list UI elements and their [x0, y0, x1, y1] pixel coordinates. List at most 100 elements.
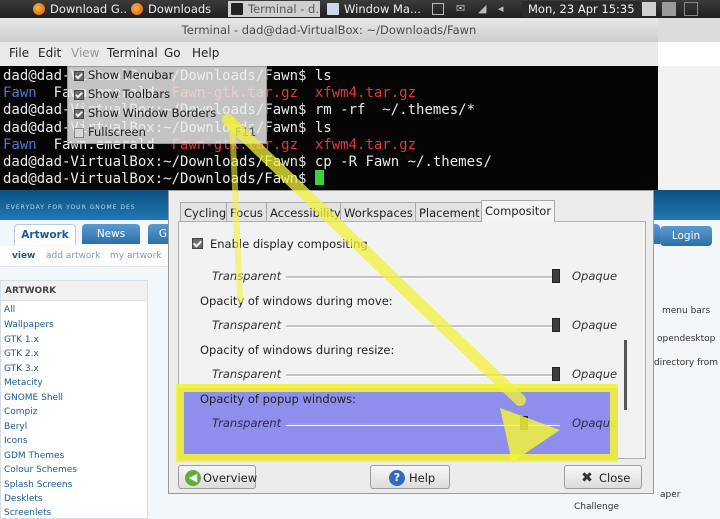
- slider-min-label: Transparent: [212, 318, 282, 332]
- sidebar-title: ARTWORK: [1, 281, 147, 301]
- trash-icon[interactable]: [684, 2, 698, 16]
- volume-icon[interactable]: ◂: [498, 3, 510, 15]
- menu-help[interactable]: Help: [192, 46, 219, 60]
- web-login-button[interactable]: Login: [660, 226, 712, 246]
- menu-go[interactable]: Go: [164, 46, 181, 60]
- help-button-label: Help: [409, 471, 436, 485]
- sidebar-link[interactable]: Screenlets: [4, 508, 51, 518]
- terminal-side-gap: [658, 66, 720, 190]
- firefox-icon: [33, 3, 45, 15]
- taskbar-item-label: Terminal - d...: [248, 2, 320, 16]
- popup-opacity-label: Opacity of popup windows:: [200, 392, 357, 406]
- right-snippet: aper: [660, 490, 681, 500]
- right-snippet: directory from: [654, 358, 719, 368]
- tab-compositor[interactable]: Compositor: [481, 200, 556, 222]
- sidebar-link[interactable]: GTK 2.x: [4, 349, 39, 359]
- slider-min-label: Transparent: [212, 269, 282, 283]
- right-snippet: menu bars: [662, 306, 711, 316]
- close-button[interactable]: ✖ Close: [564, 465, 642, 489]
- tab-accessibility[interactable]: Accessibility: [266, 202, 345, 222]
- taskbar-item-downloads[interactable]: Downloads: [128, 1, 226, 17]
- move-opacity-slider-thumb[interactable]: [552, 318, 560, 332]
- menu-view[interactable]: View: [71, 46, 99, 60]
- sidebar-link[interactable]: Beryl: [4, 422, 27, 432]
- menu-item-show-menubar[interactable]: Show Menubar: [88, 68, 173, 82]
- right-snippet[interactable]: opendesktop: [657, 334, 715, 344]
- menu-item-show-window-borders[interactable]: Show Window Borders: [88, 106, 216, 120]
- sidebar-link[interactable]: Wallpapers: [4, 320, 54, 330]
- web-tab-news[interactable]: News: [82, 224, 140, 244]
- subnav-add-artwork[interactable]: add artwork: [46, 251, 100, 261]
- show-desktop-icon[interactable]: [642, 2, 656, 16]
- web-subnav: view add artwork my artwork: [0, 246, 170, 267]
- sidebar-link[interactable]: GDM Themes: [4, 451, 64, 461]
- right-snippet[interactable]: Challenge: [574, 502, 619, 512]
- taskbar-item-label: Window Ma...: [344, 2, 421, 16]
- web-tab-artwork[interactable]: Artwork: [14, 224, 76, 245]
- toolbars-checkbox[interactable]: [74, 90, 84, 100]
- taskbar-item-window-manager[interactable]: Window Ma...: [324, 1, 422, 17]
- slider-max-label: Opaque: [572, 318, 618, 332]
- overview-button[interactable]: ◀ Overview: [178, 465, 257, 489]
- sidebar-link[interactable]: Compiz: [4, 407, 38, 417]
- resize-opacity-slider-track[interactable]: [286, 374, 560, 377]
- window-icon: [327, 3, 339, 15]
- back-arrow-icon: ◀: [185, 470, 201, 486]
- subnav-my-artwork[interactable]: my artwork: [110, 251, 161, 261]
- slider-max-label: Opaque: [572, 269, 618, 283]
- taskbar-item-label: Downloads: [148, 2, 212, 16]
- fullscreen-checkbox[interactable]: [74, 128, 84, 138]
- menu-item-show-toolbars[interactable]: Show Toolbars: [88, 87, 170, 101]
- terminal-cursor: [314, 170, 324, 185]
- sidebar-link[interactable]: GNOME Shell: [4, 393, 63, 403]
- menubar-checkbox[interactable]: [74, 71, 84, 81]
- firefox-icon: [131, 3, 143, 15]
- terminal-title-bar[interactable]: Terminal - dad@dad-VirtualBox: ~/Downloa…: [0, 18, 658, 43]
- tab-focus[interactable]: Focus: [226, 202, 267, 222]
- tab-workspaces[interactable]: Workspaces: [340, 202, 417, 222]
- move-opacity-slider-track[interactable]: [286, 325, 560, 328]
- popup-opacity-slider-thumb[interactable]: [520, 416, 529, 430]
- tab-cycling[interactable]: Cycling: [180, 202, 231, 222]
- enable-compositing-label: Enable display compositing: [210, 237, 368, 251]
- menu-file[interactable]: File: [9, 46, 29, 60]
- sidebar-link[interactable]: Icons: [4, 436, 28, 446]
- menu-item-fullscreen[interactable]: Fullscreen: [88, 125, 146, 139]
- enable-compositing-checkbox[interactable]: [192, 238, 203, 249]
- sidebar-link[interactable]: Colour Schemes: [4, 465, 77, 475]
- wifi-icon[interactable]: ◢: [478, 3, 490, 15]
- taskbar-item-download[interactable]: Download G...: [30, 1, 128, 17]
- menu-edit[interactable]: Edit: [38, 46, 61, 60]
- move-opacity-label: Opacity of windows during move:: [200, 294, 393, 308]
- mail-icon[interactable]: ✉: [456, 3, 470, 15]
- window-borders-checkbox[interactable]: [74, 109, 84, 119]
- sidebar-link[interactable]: GTK 1.x: [4, 335, 39, 345]
- close-icon: ✖: [581, 470, 593, 486]
- sidebar-link[interactable]: Splash Screens: [4, 480, 72, 490]
- network-icon[interactable]: [432, 3, 444, 15]
- terminal-line: dad@dad-VirtualBox:~/Downloads/Fawn$: [3, 170, 324, 188]
- slider-min-label: Transparent: [212, 367, 282, 381]
- resize-opacity-label: Opacity of windows during resize:: [200, 343, 395, 357]
- sidebar-link[interactable]: Desklets: [4, 494, 43, 504]
- taskbar-item-label: Download G...: [50, 2, 128, 16]
- tab-placement[interactable]: Placement: [415, 202, 484, 222]
- opacity-slider-track[interactable]: [286, 276, 560, 279]
- terminal-menubar: File Edit View Terminal Go Help: [0, 42, 658, 67]
- popup-opacity-slider-track[interactable]: [286, 423, 560, 426]
- slider-max-label: Opaque: [572, 416, 618, 430]
- fullscreen-shortcut: F11: [235, 125, 257, 139]
- clock[interactable]: Mon, 23 Apr 15:35: [522, 1, 641, 17]
- subnav-view[interactable]: view: [12, 251, 35, 261]
- pane-scrollbar[interactable]: [624, 340, 627, 410]
- sidebar-link[interactable]: GTK 3.x: [4, 364, 39, 374]
- menu-terminal[interactable]: Terminal: [107, 46, 158, 60]
- sidebar-link[interactable]: All: [4, 305, 15, 315]
- workspace-switcher-icon[interactable]: [662, 2, 676, 16]
- close-button-label: Close: [599, 471, 631, 485]
- opacity-slider-thumb[interactable]: [552, 269, 560, 283]
- resize-opacity-slider-thumb[interactable]: [552, 367, 560, 381]
- sidebar-link[interactable]: Metacity: [4, 378, 43, 388]
- taskbar-item-terminal[interactable]: Terminal - d...: [228, 1, 320, 17]
- help-button[interactable]: ? Help: [370, 465, 450, 489]
